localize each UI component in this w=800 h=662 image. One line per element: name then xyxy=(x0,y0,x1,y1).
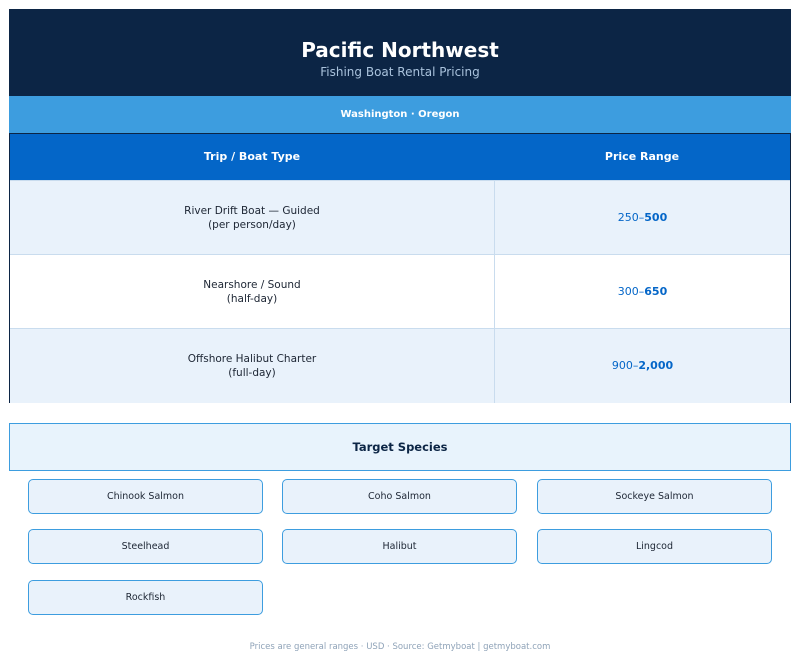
page-title: Pacific Northwest xyxy=(301,38,499,62)
price-high: 2,000 xyxy=(638,359,674,372)
trip-type-unit: (full-day) xyxy=(228,367,276,379)
page: Pacific Northwest Fishing Boat Rental Pr… xyxy=(0,0,800,662)
pricing-table: Trip / Boat Type Price Range River Drift… xyxy=(9,133,791,403)
trip-type-cell: River Drift Boat — Guided (per person/da… xyxy=(10,181,495,255)
species-chip: Halibut xyxy=(282,529,517,564)
column-header-trip-type: Trip / Boat Type xyxy=(203,150,301,163)
price-high: 650 xyxy=(644,285,668,298)
trip-type-cell: Nearshore / Sound (half-day) xyxy=(10,255,495,329)
table-header-row: Trip / Boat Type Price Range xyxy=(10,133,790,181)
trip-type-name: Nearshore / Sound xyxy=(203,279,301,291)
trip-type-unit: (per person/day) xyxy=(208,219,296,231)
price-range-cell: 900–2,000 xyxy=(495,329,790,403)
species-chip: Sockeye Salmon xyxy=(537,479,772,514)
trip-type-cell: Offshore Halibut Charter (full-day) xyxy=(10,329,495,403)
source-footer: Prices are general ranges · USD · Source… xyxy=(249,642,551,652)
page-subtitle: Fishing Boat Rental Pricing xyxy=(320,65,480,79)
page-header: Pacific Northwest Fishing Boat Rental Pr… xyxy=(9,9,791,96)
trip-type-unit: (half-day) xyxy=(226,293,278,305)
trip-type-name: River Drift Boat — Guided xyxy=(184,205,320,217)
species-chip: Lingcod xyxy=(537,529,772,564)
table-row: Nearshore / Sound (half-day) 300–650 xyxy=(10,254,790,329)
price-low: 300– xyxy=(617,285,645,298)
table-row: Offshore Halibut Charter (full-day) 900–… xyxy=(10,328,790,403)
column-header-price-range: Price Range xyxy=(604,150,680,163)
table-row: River Drift Boat — Guided (per person/da… xyxy=(10,180,790,255)
price-range-cell: 300–650 xyxy=(495,255,790,329)
species-section-title: Target Species xyxy=(9,423,791,471)
species-chip: Rockfish xyxy=(28,580,263,615)
species-chip: Coho Salmon xyxy=(282,479,517,514)
price-range-cell: 250–500 xyxy=(495,181,790,255)
price-low: 900– xyxy=(611,359,639,372)
trip-type-name: Offshore Halibut Charter xyxy=(187,353,317,365)
price-low: 250– xyxy=(617,211,645,224)
region-banner: Washington · Oregon xyxy=(9,96,791,133)
price-high: 500 xyxy=(644,211,668,224)
species-chip: Steelhead xyxy=(28,529,263,564)
species-chip: Chinook Salmon xyxy=(28,479,263,514)
